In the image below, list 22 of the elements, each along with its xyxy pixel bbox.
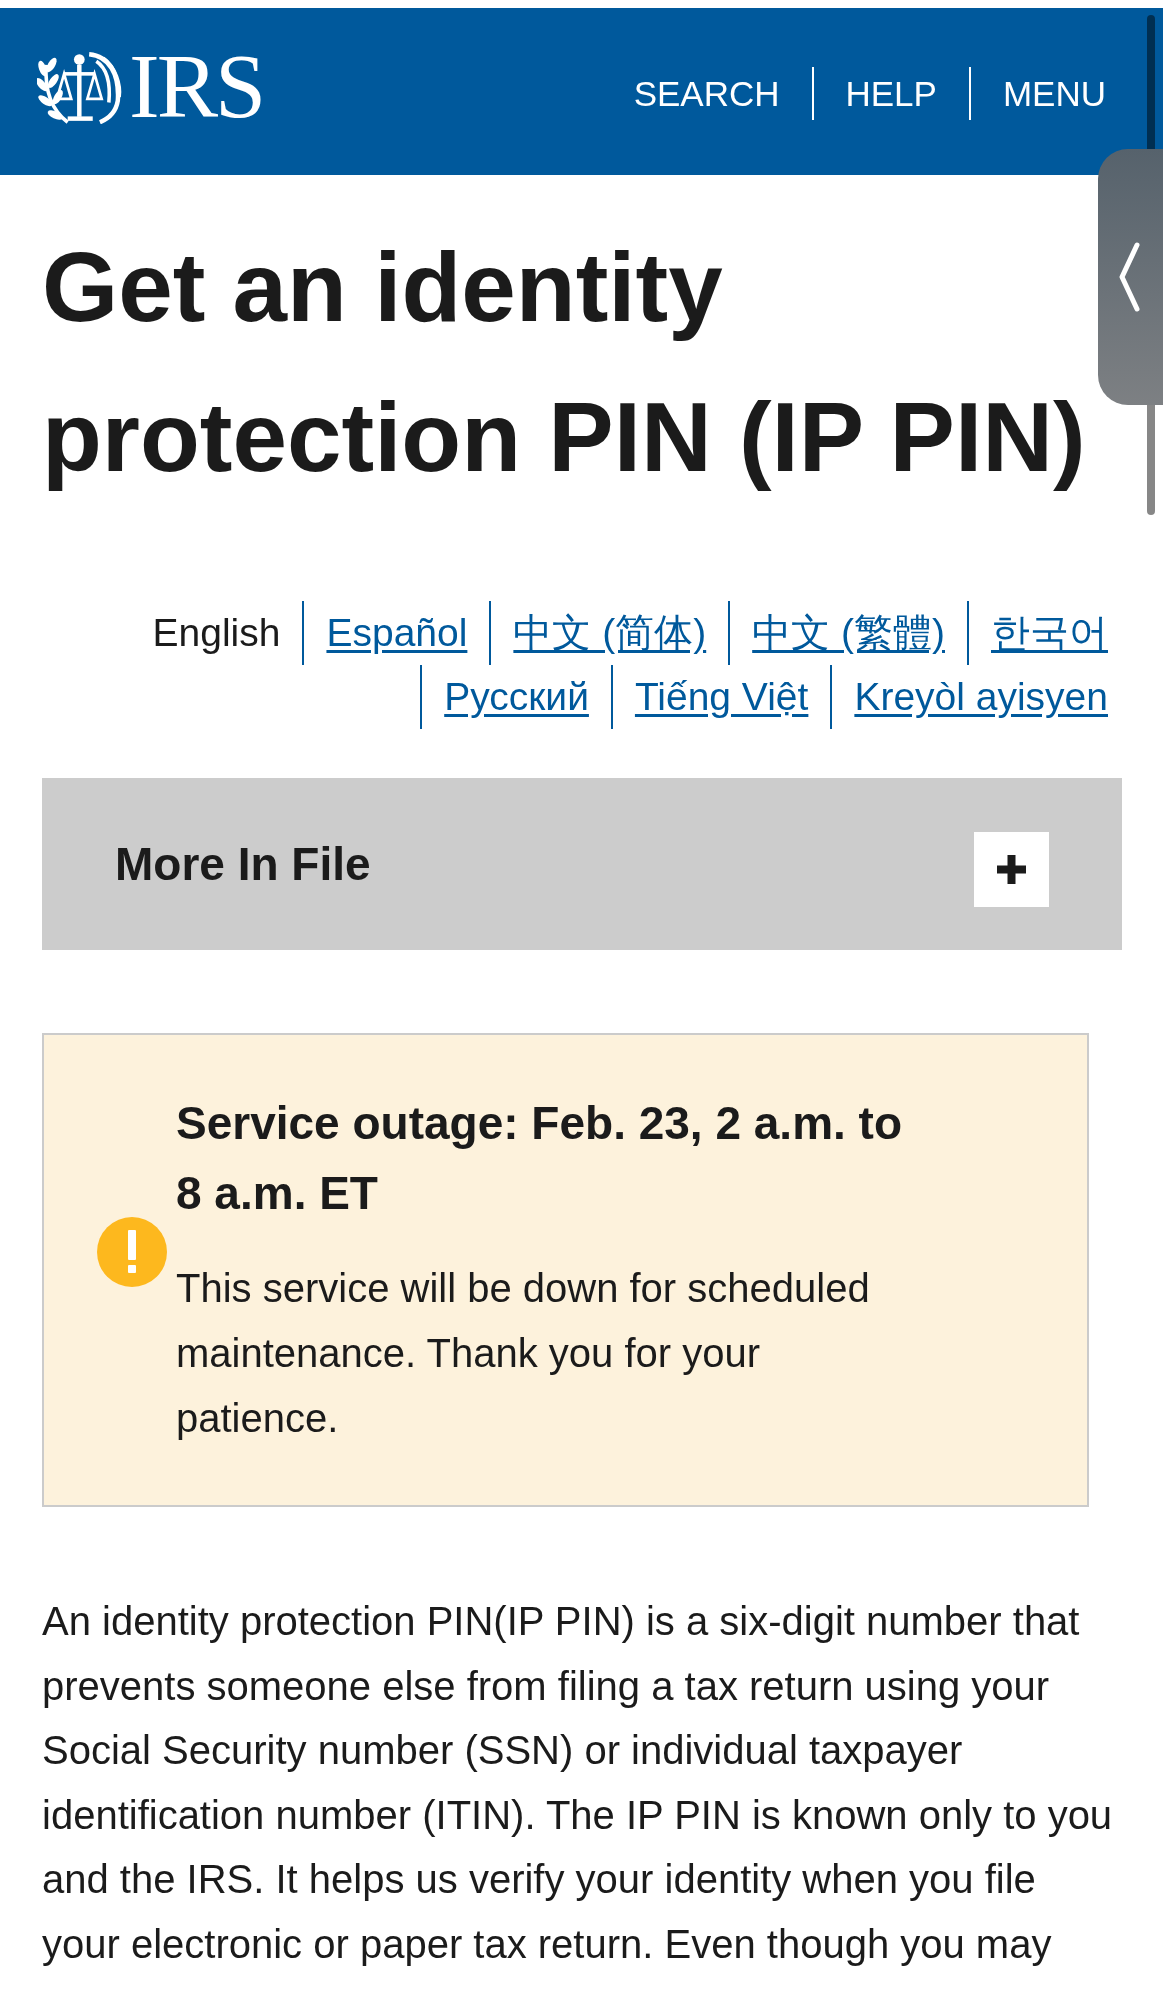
- language-link[interactable]: Español: [326, 601, 468, 665]
- page-title: Get an identity protection PIN (IP PIN): [42, 231, 1087, 494]
- alert-message: This service will be down for scheduled maintenance. Thank you for your patience.: [176, 1265, 871, 1442]
- more-in-file-toggle[interactable]: More In File: [42, 778, 1122, 950]
- language-link[interactable]: 한국어: [991, 601, 1108, 665]
- warning-icon: [97, 1216, 167, 1287]
- language-link[interactable]: Русский: [444, 665, 589, 729]
- current-language: English: [152, 610, 281, 656]
- nav-link[interactable]: HELP: [845, 72, 937, 115]
- scrollbar-thumb[interactable]: [1147, 405, 1155, 515]
- language-link[interactable]: Tiếng Việt: [634, 665, 809, 729]
- language-link[interactable]: 中文 (繁體): [752, 601, 945, 665]
- nav-link[interactable]: MENU: [1002, 72, 1106, 115]
- language-link[interactable]: Kreyòl ayisyen: [854, 665, 1108, 729]
- alert-heading: Service outage: Feb. 23, 2 a.m. to 8 a.m. ET: [176, 1096, 904, 1221]
- irs-logo-link[interactable]: IRS: [37, 39, 264, 132]
- language-link[interactable]: 中文 (简体): [513, 601, 707, 665]
- intro-paragraph: An identity protection PIN(IP PIN) is a six-digit number that prevents someone else from filing a tax return using your Social Security number (SSN) or individual taxpayer identification number (ITIN). The IP PIN is known only to you and the IRS. It helps us verify your identity when you file your electronic or paper tax return. Even though you may: [42, 1598, 1114, 1968]
- chevron-left-icon: [1117, 241, 1141, 313]
- nav-link[interactable]: SEARCH: [633, 72, 780, 115]
- side-panel-tab[interactable]: [1098, 149, 1163, 405]
- scrollbar-thumb[interactable]: [1147, 15, 1155, 149]
